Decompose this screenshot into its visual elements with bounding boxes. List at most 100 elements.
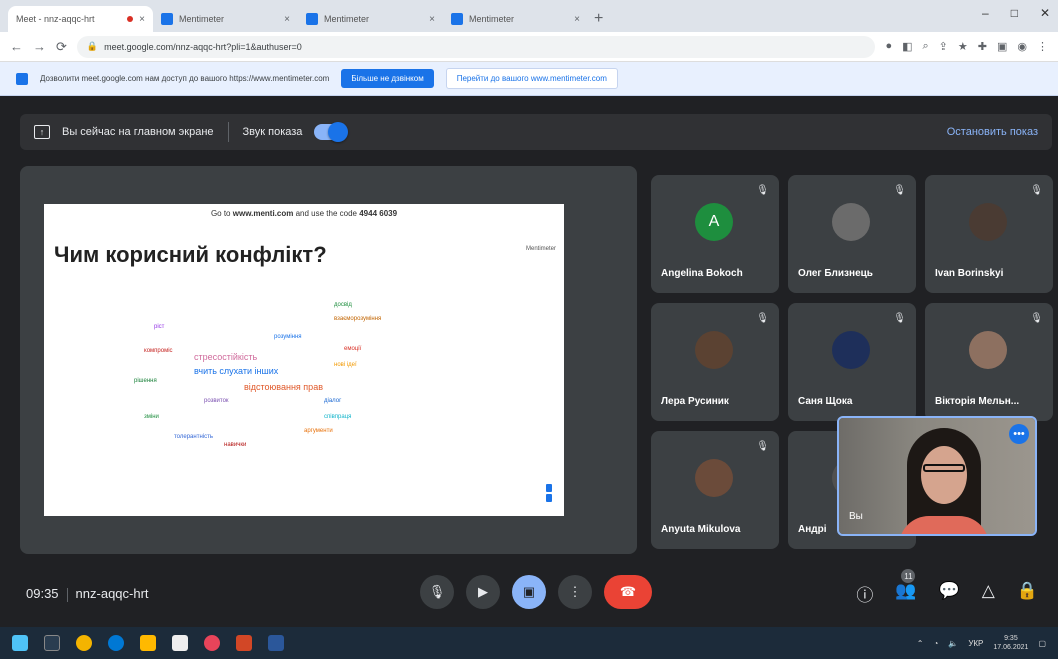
profile-icon[interactable]: ◉ bbox=[1017, 40, 1027, 53]
volume-icon[interactable]: 🔈 bbox=[948, 639, 958, 648]
minimize-icon[interactable]: – bbox=[982, 6, 989, 20]
divider bbox=[227, 122, 229, 142]
tray-chevron-icon[interactable]: ⌃ bbox=[917, 639, 924, 648]
participant-tile[interactable]: 🎙 Саня Щока bbox=[788, 303, 916, 421]
meet-stage: ↑ Вы сейчас на главном экране Звук показ… bbox=[0, 96, 1058, 627]
camera-button[interactable]: ▶ bbox=[466, 575, 500, 609]
mentimeter-favicon-icon bbox=[161, 13, 173, 25]
participant-tile[interactable]: 🎙 Anyuta Mikulova bbox=[651, 431, 779, 549]
network-icon[interactable]: ◔ bbox=[934, 639, 939, 648]
chat-icon[interactable]: 💬 bbox=[939, 581, 960, 606]
new-tab-button[interactable]: + bbox=[594, 10, 603, 28]
camera-icon[interactable]: ● bbox=[885, 40, 892, 53]
infobar-secondary-button[interactable]: Перейти до вашого www.mentimeter.com bbox=[445, 68, 618, 89]
join-middle: and use the code bbox=[295, 209, 357, 218]
infobar-primary-button[interactable]: Більше не дзвінком bbox=[341, 69, 434, 88]
more-options-icon[interactable]: ⋮ bbox=[558, 575, 592, 609]
participant-tile[interactable]: 🎙 Олег Близнець bbox=[788, 175, 916, 293]
microphone-button[interactable]: 🎙 bbox=[420, 575, 454, 609]
present-button[interactable]: ▣ bbox=[512, 575, 546, 609]
word-cloud: вчить слухати інших стресостійкість відсто… bbox=[134, 294, 474, 464]
tab-menti-2[interactable]: Mentimeter × bbox=[298, 6, 443, 32]
maximize-icon[interactable]: □ bbox=[1011, 6, 1018, 20]
meeting-info: 09:35 nnz-aqqc-hrt bbox=[26, 586, 149, 602]
back-icon[interactable]: ← bbox=[10, 39, 23, 54]
mic-muted-icon: 🎙 bbox=[756, 313, 769, 324]
language-indicator[interactable]: УКР bbox=[968, 639, 983, 648]
url-field[interactable]: 🔒 meet.google.com/nnz-aqqc-hrt?pli=1&aut… bbox=[76, 35, 876, 58]
sidebar-icon[interactable]: ▣ bbox=[997, 40, 1007, 53]
word-cloud-word: розвиток bbox=[204, 398, 229, 404]
end-call-button[interactable]: ☎ bbox=[604, 575, 652, 609]
edge-icon[interactable] bbox=[108, 635, 124, 651]
mic-muted-icon: 🎙 bbox=[756, 185, 769, 196]
chrome-icon[interactable] bbox=[76, 635, 92, 651]
start-icon[interactable] bbox=[12, 635, 28, 651]
zoom-icon[interactable]: ⌕ bbox=[923, 40, 929, 53]
participant-name: Ivan Borinskyi bbox=[935, 268, 1004, 279]
share-sound-toggle[interactable] bbox=[314, 122, 349, 142]
slide-nav-icon[interactable] bbox=[546, 484, 552, 504]
clock[interactable]: 9:35 17.06.2021 bbox=[993, 634, 1028, 652]
avatar bbox=[969, 331, 1007, 369]
more-options-button[interactable]: ••• bbox=[1009, 424, 1029, 444]
word-icon[interactable] bbox=[268, 635, 284, 651]
word-cloud-word: взаєморозуміння bbox=[334, 316, 382, 322]
menu-dots-icon[interactable]: ⋮ bbox=[1037, 40, 1048, 53]
avatar: A bbox=[695, 203, 733, 241]
word-cloud-word: ріст bbox=[154, 324, 165, 330]
participant-tile[interactable]: 🎙 Ivan Borinskyi bbox=[925, 175, 1053, 293]
store-icon[interactable] bbox=[172, 635, 188, 651]
lock-icon: 🔒 bbox=[86, 41, 99, 51]
mic-muted-icon: 🎙 bbox=[893, 313, 906, 324]
stop-sharing-button[interactable]: Остановить показ bbox=[947, 126, 1038, 138]
participant-tile[interactable]: 🎙 A Angelina Bokoch bbox=[651, 175, 779, 293]
task-view-icon[interactable] bbox=[44, 635, 60, 651]
browser-tab-strip: Meet - nnz-aqqc-hrt × Mentimeter × Menti… bbox=[0, 0, 1058, 114]
share-icon[interactable]: ⇪ bbox=[939, 40, 948, 53]
powerpoint-icon[interactable] bbox=[236, 635, 252, 651]
participant-tile[interactable]: 🎙 Лера Русиник bbox=[651, 303, 779, 421]
avatar bbox=[969, 203, 1007, 241]
explorer-icon[interactable] bbox=[140, 635, 156, 651]
participant-name: Вікторія Мельн... bbox=[935, 396, 1020, 407]
word-cloud-word: аргументи bbox=[304, 428, 333, 434]
word-cloud-word: досвід bbox=[334, 302, 352, 308]
avatar bbox=[695, 459, 733, 497]
extensions-icon[interactable]: ✚ bbox=[978, 40, 987, 53]
tab-meet[interactable]: Meet - nnz-aqqc-hrt × bbox=[8, 6, 153, 114]
meeting-details-icon[interactable]: ⓘ bbox=[856, 581, 873, 606]
tab-label: Mentimeter bbox=[324, 14, 370, 24]
clock-date: 17.06.2021 bbox=[993, 644, 1029, 651]
present-screen-icon: ↑ bbox=[34, 125, 50, 139]
participant-tile[interactable]: 🎙 Вікторія Мельн... bbox=[925, 303, 1053, 421]
self-video bbox=[899, 428, 989, 534]
window-controls: – □ ✕ bbox=[982, 6, 1050, 20]
activities-icon[interactable]: △ bbox=[982, 581, 995, 606]
close-tab-icon[interactable]: × bbox=[574, 14, 580, 25]
close-tab-icon[interactable]: × bbox=[284, 14, 290, 25]
tab-menti-1[interactable]: Mentimeter × bbox=[153, 6, 298, 32]
extensions-area: ● ◧ ⌕ ⇪ ★ ✚ ▣ ◉ ⋮ bbox=[885, 40, 1048, 53]
app-icon[interactable] bbox=[204, 635, 220, 651]
slide-question: Чим корисний конфлікт? bbox=[54, 242, 327, 267]
center-controls: 🎙 ▶ ▣ ⋮ ☎ bbox=[420, 575, 652, 609]
word-cloud-word: вчить слухати інших bbox=[194, 366, 279, 376]
mic-muted-icon: 🎙 bbox=[756, 441, 769, 452]
self-label: Вы bbox=[849, 511, 863, 522]
reload-icon[interactable]: ⟳ bbox=[56, 39, 67, 55]
close-window-icon[interactable]: ✕ bbox=[1040, 6, 1050, 20]
recording-dot-icon bbox=[127, 16, 134, 22]
avatar bbox=[832, 331, 870, 369]
info-icon bbox=[16, 72, 28, 85]
people-icon[interactable]: 👥 11 bbox=[895, 569, 917, 606]
tab-menti-3[interactable]: Mentimeter × bbox=[443, 6, 588, 32]
notifications-icon[interactable]: ▢ bbox=[1038, 639, 1046, 648]
bookmark-star-icon[interactable]: ★ bbox=[958, 40, 968, 53]
translate-icon[interactable]: ◧ bbox=[902, 40, 912, 53]
forward-icon[interactable]: → bbox=[33, 39, 46, 54]
self-view-tile: ••• Вы bbox=[837, 416, 1037, 536]
close-tab-icon[interactable]: × bbox=[429, 14, 435, 25]
close-tab-icon[interactable]: × bbox=[139, 14, 145, 25]
host-controls-icon[interactable]: 🔒 bbox=[1017, 581, 1038, 606]
